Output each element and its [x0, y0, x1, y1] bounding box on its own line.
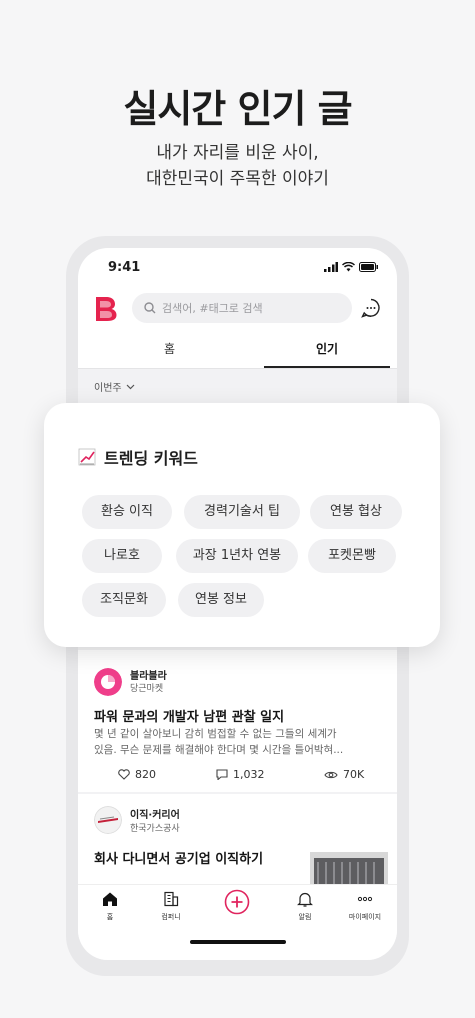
signal-icon	[324, 262, 338, 272]
top-bar: 검색어, #태그로 검색	[78, 290, 397, 326]
nav-mypage[interactable]: 마이페이지	[340, 891, 390, 922]
eye-icon	[324, 771, 338, 778]
wifi-icon	[342, 262, 355, 272]
more-icon	[357, 896, 373, 902]
avatar	[94, 806, 122, 834]
post-company: 당근마켓	[130, 684, 164, 694]
hero-subtitle-line-2: 대한민국이 주목한 이야기	[146, 169, 329, 189]
keyword-chip[interactable]: 경력기술서 팁	[184, 495, 300, 529]
home-icon	[103, 892, 117, 906]
keyword-chip[interactable]: 조직문화	[82, 583, 166, 617]
nav-mypage-label: 마이페이지	[348, 913, 382, 921]
week-filter[interactable]: 이번주	[94, 379, 135, 394]
search-placeholder: 검색어, #태그로 검색	[162, 302, 263, 315]
week-filter-label: 이번주	[94, 383, 122, 394]
nav-notifications-label: 알림	[298, 913, 312, 921]
trending-keywords-card: 트렌딩 키워드 환승 이직 경력기술서 팁 연봉 협상 나로호 과장 1년차 연…	[44, 403, 440, 647]
like-button[interactable]: 820	[118, 768, 156, 781]
hero-title: 실시간 인기 글	[123, 87, 352, 131]
nav-home-label: 홈	[106, 913, 114, 921]
status-icons	[324, 262, 379, 272]
search-input[interactable]: 검색어, #태그로 검색	[132, 293, 352, 323]
status-time: 9:41	[108, 260, 141, 275]
comment-count: 1,032	[233, 768, 265, 781]
tab-bar: 홈 인기	[78, 332, 397, 369]
search-icon	[144, 302, 156, 314]
post-body-line-2: 있음. 무슨 문제를 해결해야 한다며 몇 시간을 틀어박혀...	[94, 744, 344, 756]
post-body: 몇 년 같이 살아보니 감히 범접할 수 없는 그들의 세계가 있음. 무슨 문…	[94, 726, 384, 758]
post-body-line-1: 몇 년 같이 살아보니 감히 범접할 수 없는 그들의 세계가	[94, 728, 337, 740]
tab-home[interactable]: 홈	[164, 340, 175, 357]
post-category[interactable]: 이직·커리어	[130, 806, 180, 821]
trending-header: 트렌딩 키워드	[78, 445, 198, 469]
tab-active-indicator	[264, 366, 390, 368]
post-title[interactable]: 파워 문과의 개발자 남편 관찰 일지	[94, 706, 284, 725]
post-card[interactable]: 블라블라 당근마켓 파워 문과의 개발자 남편 관찰 일지 몇 년 같이 살아보…	[78, 650, 397, 792]
write-post-button[interactable]	[212, 889, 262, 919]
keyword-chip[interactable]: 환승 이직	[82, 495, 172, 529]
nav-company[interactable]: 컴퍼니	[146, 891, 196, 922]
chat-icon[interactable]	[361, 298, 381, 318]
nav-home[interactable]: 홈	[85, 891, 135, 922]
post-category[interactable]: 블라블라	[130, 667, 167, 682]
blind-logo-icon[interactable]	[94, 296, 118, 322]
status-bar: 9:41	[78, 248, 397, 288]
comment-button[interactable]: 1,032	[216, 768, 265, 781]
keyword-chip[interactable]: 연봉 협상	[310, 495, 402, 529]
chevron-down-icon	[126, 384, 135, 389]
battery-icon	[359, 262, 378, 272]
home-indicator	[190, 940, 286, 944]
heart-icon	[118, 769, 130, 780]
post-title[interactable]: 회사 다니면서 공기업 이직하기	[94, 848, 263, 867]
keyword-chip[interactable]: 포켓몬빵	[308, 539, 396, 573]
nav-notifications[interactable]: 알림	[280, 891, 330, 922]
view-stat: 70K	[324, 768, 364, 781]
keyword-chip[interactable]: 과장 1년차 연봉	[176, 539, 298, 573]
view-count: 70K	[343, 768, 365, 781]
bell-icon	[297, 892, 313, 907]
trending-chart-icon	[78, 448, 96, 466]
bottom-nav: 홈 컴퍼니 알림 마이페이지	[78, 884, 397, 960]
comment-icon	[216, 769, 228, 780]
trending-title: 트렌딩 키워드	[104, 449, 198, 468]
avatar	[94, 668, 122, 696]
keyword-chip[interactable]: 나로호	[82, 539, 162, 573]
like-count: 820	[135, 768, 156, 781]
nav-company-label: 컴퍼니	[161, 913, 181, 921]
tab-popular[interactable]: 인기	[316, 340, 338, 357]
hero-subtitle: 내가 자리를 비운 사이, 대한민국이 주목한 이야기	[0, 140, 475, 192]
hero-subtitle-line-1: 내가 자리를 비운 사이,	[156, 143, 319, 163]
post-company: 한국가스공사	[130, 824, 180, 834]
building-icon	[164, 891, 179, 907]
plus-circle-icon	[224, 889, 250, 915]
keyword-chip[interactable]: 연봉 정보	[178, 583, 264, 617]
